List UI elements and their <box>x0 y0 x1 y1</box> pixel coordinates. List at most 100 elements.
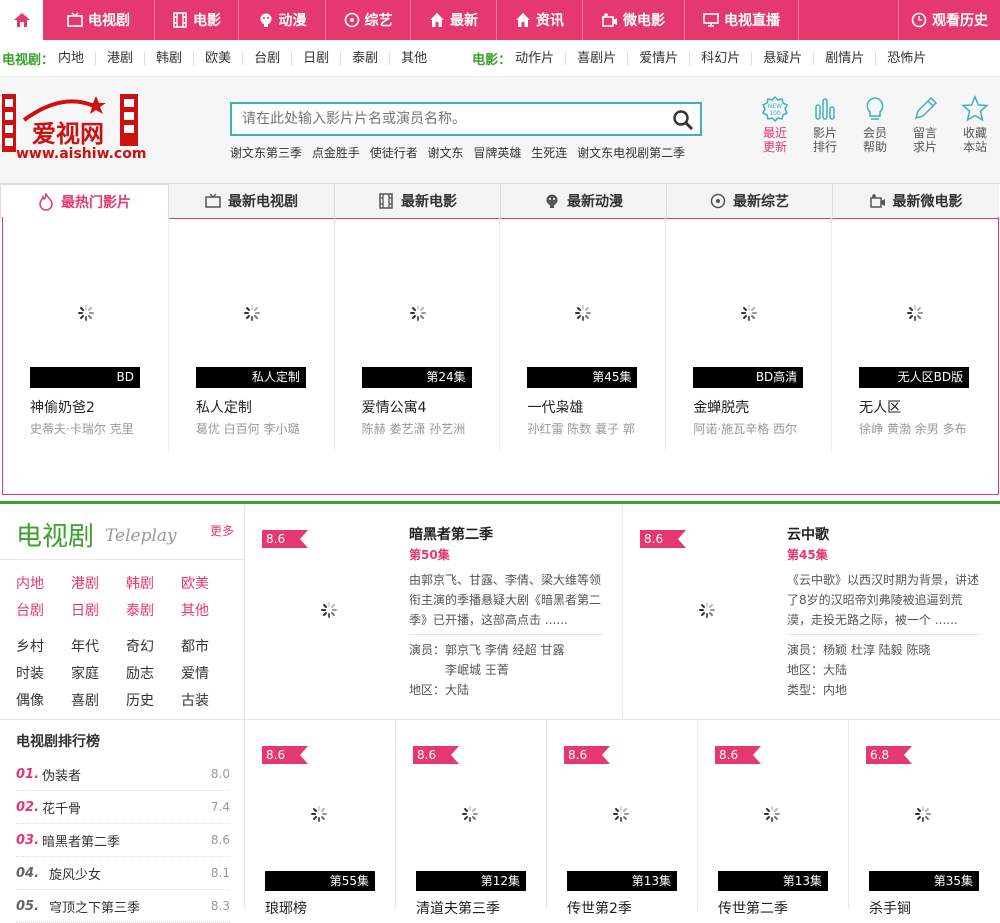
search-icon[interactable] <box>672 109 694 131</box>
genre-link[interactable]: 励志 <box>126 663 181 683</box>
movie-card[interactable]: BD 神偷奶爸2 史蒂夫·卡瑞尔 克里 <box>3 217 169 452</box>
subnav-tv-link[interactable]: 韩剧 <box>145 51 195 65</box>
nav-movie[interactable]: 电影 <box>155 0 239 40</box>
featured-show[interactable]: 8.6 云中歌 第45集 《云中歌》以西汉时期为背景，讲述了8岁的汉昭帝刘弗陵被… <box>623 504 1000 719</box>
movie-title[interactable]: 神偷奶爸2 <box>30 397 95 417</box>
subnav-tv-link[interactable]: 欧美 <box>194 51 244 65</box>
subnav-movie-link[interactable]: 剧情片 <box>814 51 877 65</box>
tv-title[interactable]: 清道夫第三季 <box>416 898 500 918</box>
hot-search-link[interactable]: 谢文东第三季 <box>230 146 302 160</box>
tv-card[interactable]: 8.6 第12集 清道夫第三季 <box>396 720 547 917</box>
subnav-movie-link[interactable]: 动作片 <box>515 51 567 65</box>
movie-title[interactable]: 金蝉脱壳 <box>693 397 749 417</box>
show-title[interactable]: 暗黑者第二季 <box>409 524 493 544</box>
subnav-tv-link[interactable]: 内地 <box>58 51 97 65</box>
nav-latest[interactable]: 最新 <box>411 0 497 40</box>
tv-card[interactable]: 8.6 第13集 传世第二季 <box>698 720 849 917</box>
tab-latest-micro[interactable]: 最新微电影 <box>833 184 999 219</box>
genre-link[interactable]: 古装 <box>181 690 236 710</box>
tv-title[interactable]: 琅琊榜 <box>265 898 307 918</box>
hot-search-link[interactable]: 谢文东电视剧第二季 <box>577 146 685 160</box>
nav-history[interactable]: 观看历史 <box>898 0 1000 40</box>
region-link[interactable]: 日剧 <box>71 600 126 620</box>
tab-latest-anime[interactable]: 最新动漫 <box>501 184 667 219</box>
more-link[interactable]: 更多 <box>210 522 234 539</box>
region-link[interactable]: 港剧 <box>71 573 126 593</box>
genre-link[interactable]: 喜剧 <box>71 690 126 710</box>
rank-name[interactable]: 旋风少女 <box>49 864 210 883</box>
subnav-tv-link[interactable]: 泰剧 <box>341 51 391 65</box>
nav-tv[interactable]: 电视剧 <box>43 0 155 40</box>
rank-row[interactable]: 05. 穹顶之下第三季 8.3 <box>16 890 230 923</box>
movie-card[interactable]: 私人定制 私人定制 葛优 白百何 李小璐 <box>169 217 335 452</box>
featured-show[interactable]: 8.6 暗黑者第二季 第50集 由郭京飞、甘露、李倩、梁大维等领衔主演的季播悬疑… <box>245 504 623 719</box>
tv-title[interactable]: 传世第2季 <box>567 898 632 918</box>
subnav-tv-link[interactable]: 日剧 <box>292 51 342 65</box>
region-link[interactable]: 泰剧 <box>126 600 181 620</box>
quick-ranking[interactable]: 影片 排行 <box>805 95 845 154</box>
movie-title[interactable]: 爱情公寓4 <box>362 397 427 417</box>
movie-card[interactable]: 第24集 爱情公寓4 陈赫 娄艺潇 孙艺洲 <box>335 217 501 452</box>
subnav-tv-link[interactable]: 其他 <box>390 52 438 65</box>
region-link[interactable]: 台剧 <box>16 600 71 620</box>
genre-link[interactable]: 爱情 <box>181 663 236 683</box>
nav-anime[interactable]: 动漫 <box>239 0 326 40</box>
nav-live-tv[interactable]: 电视直播 <box>685 0 799 40</box>
hot-search-link[interactable]: 点金胜手 <box>312 146 360 160</box>
movie-title[interactable]: 一代枭雄 <box>527 397 583 417</box>
tv-title[interactable]: 杀手锏 <box>869 898 911 918</box>
genre-link[interactable]: 偶像 <box>16 690 71 710</box>
tv-card[interactable]: 6.8 第35集 杀手锏 <box>849 720 1000 917</box>
genre-link[interactable]: 乡村 <box>16 636 71 656</box>
rank-row[interactable]: 03. 暗黑者第二季 8.6 <box>16 824 230 857</box>
subnav-movie-link[interactable]: 悬疑片 <box>752 51 815 65</box>
region-link[interactable]: 韩剧 <box>126 573 181 593</box>
quick-message-request[interactable]: 留言 求片 <box>905 95 945 154</box>
hot-search-link[interactable]: 谢文东 <box>428 146 464 160</box>
tv-card[interactable]: 8.6 第13集 传世第2季 <box>547 720 698 917</box>
tab-latest-variety[interactable]: 最新综艺 <box>667 184 833 219</box>
subnav-movie-link[interactable]: 恐怖片 <box>876 52 937 65</box>
movie-title[interactable]: 私人定制 <box>196 397 252 417</box>
genre-link[interactable]: 年代 <box>71 636 126 656</box>
rank-row[interactable]: 01. 伪装者 8.0 <box>16 758 230 791</box>
movie-card[interactable]: BD高清 金蝉脱壳 阿诺·施瓦辛格 西尔 <box>666 217 833 452</box>
show-title[interactable]: 云中歌 <box>787 524 829 544</box>
subnav-movie-link[interactable]: 爱情片 <box>628 51 691 65</box>
nav-micro-movie[interactable]: 微电影 <box>583 0 685 40</box>
subnav-tv-link[interactable]: 台剧 <box>243 51 293 65</box>
tv-card[interactable]: 8.6 第55集 琅琊榜 <box>245 720 396 917</box>
search-input[interactable] <box>232 104 652 134</box>
movie-title[interactable]: 无人区 <box>859 397 901 417</box>
movie-card[interactable]: 无人区BD版 无人区 徐峥 黄渤 余男 多布 <box>832 217 998 452</box>
tv-title[interactable]: 传世第二季 <box>718 898 788 918</box>
site-logo[interactable]: 爱视网 www.aishiw.com <box>2 92 192 162</box>
region-link[interactable]: 其他 <box>181 600 236 620</box>
region-link[interactable]: 内地 <box>16 573 71 593</box>
genre-link[interactable]: 历史 <box>126 690 181 710</box>
tab-latest-movie[interactable]: 最新电影 <box>335 184 501 219</box>
movie-card[interactable]: 第45集 一代枭雄 孙红雷 陈数 蘘子 郭 <box>500 217 667 452</box>
hot-search-link[interactable]: 冒牌英雄 <box>473 146 521 160</box>
rank-name[interactable]: 伪装者 <box>42 765 210 784</box>
quick-recent-updates[interactable]: NEW 100 最近 更新 <box>755 95 795 154</box>
hot-search-link[interactable]: 生死连 <box>531 146 567 160</box>
home-button[interactable] <box>0 0 43 40</box>
genre-link[interactable]: 都市 <box>181 636 236 656</box>
rank-name[interactable]: 花千骨 <box>42 798 210 817</box>
quick-member-help[interactable]: 会员 帮助 <box>855 95 895 154</box>
subnav-movie-link[interactable]: 喜剧片 <box>566 51 629 65</box>
subnav-tv-link[interactable]: 港剧 <box>96 51 146 65</box>
genre-link[interactable]: 时装 <box>16 663 71 683</box>
nav-news[interactable]: 资讯 <box>497 0 583 40</box>
rank-row[interactable]: 04. 旋风少女 8.1 <box>16 857 230 890</box>
tab-latest-tv[interactable]: 最新电视剧 <box>169 184 335 219</box>
rank-name[interactable]: 暗黑者第二季 <box>42 831 210 850</box>
rank-name[interactable]: 穹顶之下第三季 <box>49 897 210 916</box>
subnav-movie-link[interactable]: 科幻片 <box>690 51 753 65</box>
genre-link[interactable]: 家庭 <box>71 663 126 683</box>
hot-search-link[interactable]: 使徒行者 <box>370 146 418 160</box>
nav-variety[interactable]: 综艺 <box>326 0 411 40</box>
genre-link[interactable]: 奇幻 <box>126 636 181 656</box>
region-link[interactable]: 欧美 <box>181 573 236 593</box>
